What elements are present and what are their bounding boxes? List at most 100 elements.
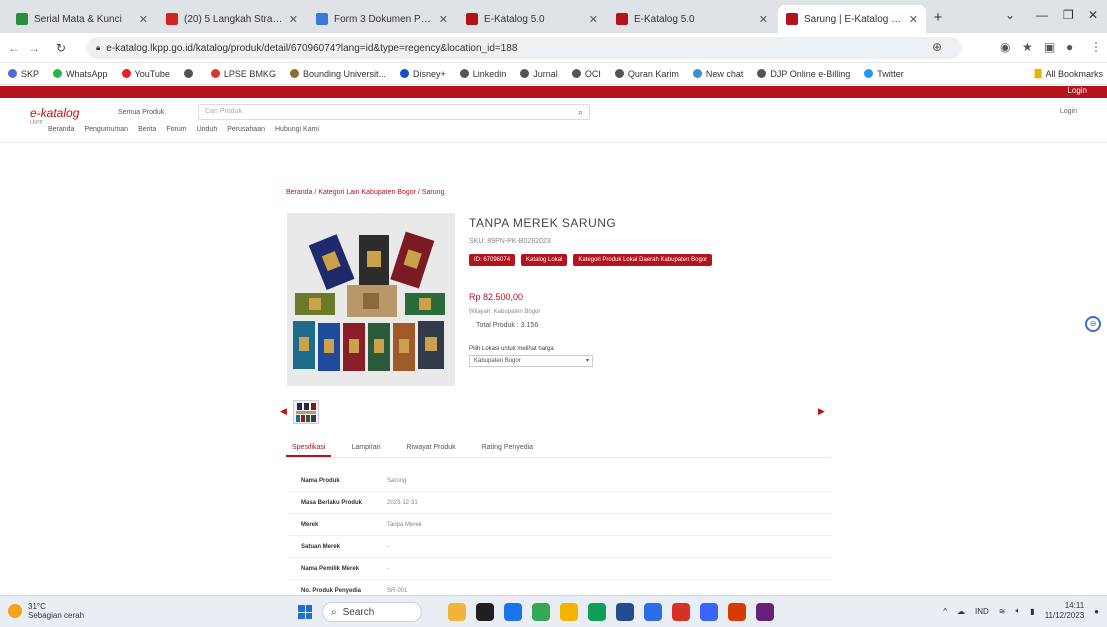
bookmark-item[interactable]: Jurnal [520,69,558,79]
maximize-icon[interactable]: ❐ [1063,8,1074,22]
taskbar-app-icon[interactable] [644,603,662,621]
topbar-login-link[interactable]: Login [1067,86,1087,95]
login-link[interactable]: Login [1060,108,1077,115]
category-dropdown[interactable]: Semua Produk [118,109,164,116]
sidebar-icon[interactable]: ▣ [1044,40,1055,54]
bookmark-icon [614,69,624,78]
back-icon[interactable]: ← [8,41,20,55]
site-top-bar: Login [0,86,1107,98]
bookmark-item[interactable]: LPSE BMKG [210,69,276,79]
bookmark-icon [692,69,702,78]
profile-icon[interactable]: ● [1066,40,1073,54]
detail-tab[interactable]: Lampiran [345,440,386,457]
taskbar-app-icon[interactable] [588,603,606,621]
subnav-link[interactable]: Berita [138,126,156,133]
detail-tab[interactable]: Rating Penyedia [476,440,539,457]
close-tab-icon[interactable]: ✕ [759,13,768,26]
extension-icon[interactable]: ◉ [1000,40,1010,54]
battery-icon[interactable]: ▮ [1030,607,1034,616]
bookmark-item[interactable]: Quran Karim [614,68,679,79]
site-search-input[interactable]: Cari Produk ⌕ [198,104,590,120]
bookmark-item[interactable]: WhatsApp [53,69,108,79]
subnav-link[interactable]: Pengumuman [84,126,128,133]
chat-help-icon[interactable]: ⊖ [1085,316,1101,332]
zoom-icon[interactable]: ⊕ [932,40,942,54]
taskbar-app-icon[interactable] [672,603,690,621]
product-location: Wilayah: Kabupaten Bogor [469,309,541,315]
taskbar-app-icon[interactable] [504,603,522,621]
browser-tab[interactable]: Serial Mata & Kunci ✕ [8,5,156,33]
clock[interactable]: 14:11 11/12/2023 [1045,601,1084,621]
chevron-up-icon[interactable]: ^ [943,607,947,616]
url-input[interactable]: 🔒︎ e-katalog.lkpp.go.id/katalog/produk/d… [86,37,962,59]
subnav-link[interactable]: Beranda [48,126,74,133]
taskbar-app-icon[interactable] [532,603,550,621]
search-icon[interactable]: ⌕ [578,105,583,119]
subnav-link[interactable]: Perusahaan [227,126,265,133]
favicon-icon [466,13,478,25]
taskbar-app-icon[interactable] [448,603,466,621]
bookmark-item[interactable]: Disney+ [400,69,446,79]
carousel-next-icon[interactable]: ▶ [818,406,825,417]
browser-tab[interactable]: Form 3 Dokumen Perenc ✕ [308,5,456,33]
windows-start-icon[interactable] [298,605,312,619]
product-thumbnail[interactable] [293,400,319,424]
close-window-icon[interactable]: ✕ [1088,8,1098,22]
bookmark-item[interactable]: New chat [692,69,743,79]
carousel-prev-icon[interactable]: ◀ [280,406,287,417]
location-select[interactable]: Kabupaten Bogor ▾ [469,355,593,367]
subnav-link[interactable]: Forum [166,126,186,133]
product-image[interactable] [287,213,455,386]
breadcrumb[interactable]: Beranda / Kategori Lain Kabupaten Bogor … [286,189,444,196]
bookmark-label: Bounding Universit... [302,68,386,79]
browser-tab[interactable]: E-Katalog 5.0 ✕ [608,5,776,33]
forward-icon[interactable]: → [28,41,40,55]
taskbar-search[interactable]: ⌕ Search [322,602,422,622]
site-logo[interactable]: e-katalog LKPP [30,106,79,126]
close-tab-icon[interactable]: ✕ [289,13,298,26]
taskbar-app-icon[interactable] [560,603,578,621]
browser-tab[interactable]: Sarung | E-Katalog 5.0 ✕ [778,5,926,33]
wifi-icon[interactable]: ≋ [999,607,1006,616]
speaker-icon[interactable]: 🔈︎ [1015,606,1020,616]
weather-widget[interactable]: 31°C Sebagian cerah [8,602,84,620]
all-bookmarks[interactable]: ▇ All Bookmarks [1035,68,1103,79]
minimize-icon[interactable]: — [1036,8,1048,22]
bookmark-label: Quran Karim [627,68,679,79]
bookmark-item[interactable]: YouTube [121,69,170,79]
bookmark-item[interactable] [183,69,197,79]
browser-tab[interactable]: E-Katalog 5.0 ✕ [458,5,606,33]
notification-icon[interactable]: ● [1094,607,1099,616]
close-tab-icon[interactable]: ✕ [439,13,448,26]
detail-tab[interactable]: Spesifikasi [286,440,332,457]
taskbar-app-icon[interactable] [728,603,746,621]
bookmark-item[interactable]: OCI [571,69,601,79]
star-icon[interactable]: ★ [1022,40,1033,54]
bookmark-item[interactable]: DJP Online e-Billing [757,69,850,79]
folder-icon: ▇ [1034,68,1042,78]
close-tab-icon[interactable]: ✕ [909,13,918,26]
close-tab-icon[interactable]: ✕ [589,13,598,26]
taskbar-app-icon[interactable] [616,603,634,621]
subnav-link[interactable]: Hubungi Kami [275,126,319,133]
browser-tab[interactable]: (20) 5 Langkah Strategis ✕ [158,5,306,33]
cloud-icon[interactable]: ☁︎ [957,607,965,616]
bookmark-icon [757,69,767,78]
new-tab-button[interactable]: + [928,8,948,28]
language-indicator[interactable]: IND [975,607,989,616]
bookmark-item[interactable]: Twitter [864,69,904,79]
taskbar-app-icon[interactable] [700,603,718,621]
product-sku: SKU: 89PN-PK-B0282023 [469,238,551,245]
chevron-down-icon[interactable]: ⌄ [1005,8,1015,22]
product-title: TANPA MEREK SARUNG [469,216,617,230]
taskbar-app-icon[interactable] [476,603,494,621]
bookmark-item[interactable]: Linkedin [459,69,506,79]
taskbar-app-icon[interactable] [756,603,774,621]
reload-icon[interactable]: ↻ [56,41,66,55]
bookmark-item[interactable]: Bounding Universit... [289,68,386,79]
menu-icon[interactable]: ⋮ [1090,40,1102,54]
detail-tab[interactable]: Riwayat Produk [401,440,462,457]
bookmark-item[interactable]: SKP [8,69,39,79]
subnav-link[interactable]: Unduh [197,126,218,133]
close-tab-icon[interactable]: ✕ [139,13,148,26]
